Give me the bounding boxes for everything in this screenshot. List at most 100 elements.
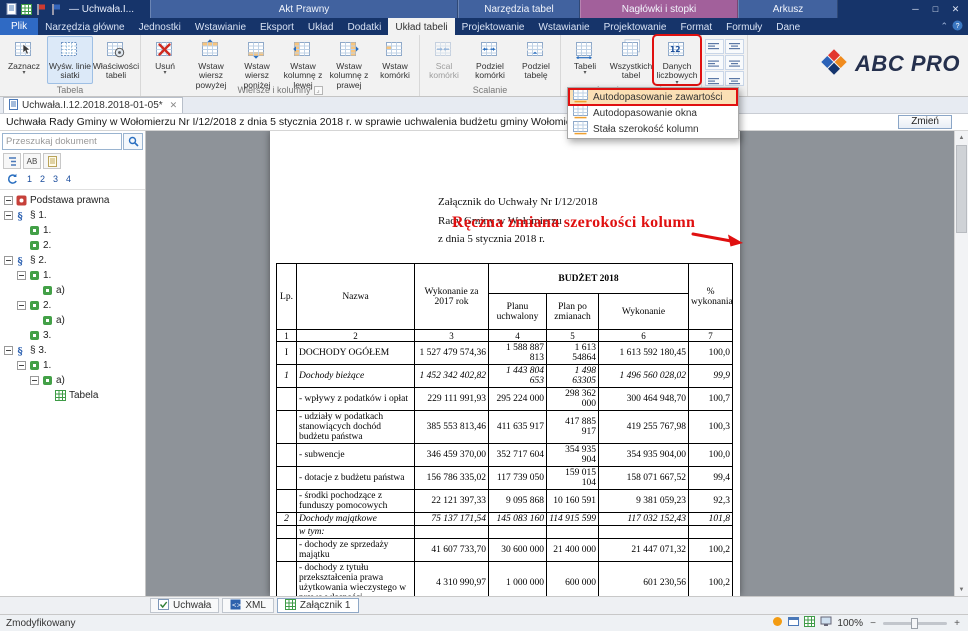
tree-item-1[interactable]: 1.	[0, 268, 145, 283]
ribbon-button-podziel-komórki[interactable]: Podziel komórki	[467, 36, 513, 84]
scroll-up-icon[interactable]: ▲	[955, 131, 968, 144]
tree-item-2[interactable]: 2.	[0, 238, 145, 253]
ribbon-tab-eksport[interactable]: Eksport	[253, 18, 301, 35]
ribbon-tab-narzędzia-główne[interactable]: Narzędzia główne	[38, 18, 132, 35]
tree-item-3[interactable]: §§ 3.	[0, 343, 145, 358]
tree-item-label: Tabela	[69, 390, 98, 401]
tree-item-1[interactable]: 1.	[0, 358, 145, 373]
ribbon-tab-układ[interactable]: Układ	[301, 18, 341, 35]
vertical-scrollbar[interactable]: ▲ ▼	[954, 131, 968, 596]
bookmark-blue-icon[interactable]	[49, 2, 63, 16]
view-fullscreen-icon[interactable]	[820, 616, 832, 630]
expander-icon[interactable]	[30, 376, 39, 385]
ribbon-tab-formuły[interactable]: Formuły	[719, 18, 769, 35]
zoom-slider-thumb[interactable]	[911, 618, 918, 629]
search-input[interactable]	[2, 133, 122, 150]
ribbon-button-właściwości-tabeli[interactable]: Właściwości tabeli	[93, 36, 139, 84]
ribbon-button-wstaw-kolumnę-z-lewej[interactable]: Wstaw kolumnę z lewej	[280, 36, 326, 84]
bottom-tab-uchwała[interactable]: Uchwała	[150, 598, 219, 613]
ribbon-tab-plik[interactable]: Plik	[0, 18, 38, 35]
tree-item-a[interactable]: a)	[0, 313, 145, 328]
tree-item-2[interactable]: §§ 2.	[0, 253, 145, 268]
ribbon-button-podziel-tabelę[interactable]: Podziel tabelę	[513, 36, 559, 84]
expander-icon[interactable]	[4, 346, 13, 355]
ribbon-button-wszystkich-tabel[interactable]: Wszystkich tabel	[608, 36, 654, 84]
ribbon-tab-projektowanie[interactable]: Projektowanie	[455, 18, 532, 35]
tree-item-a[interactable]: a)	[0, 373, 145, 388]
minimize-button[interactable]: ─	[907, 2, 924, 16]
quick-access-table-icon[interactable]	[19, 2, 33, 16]
outline-level-3[interactable]: 3	[49, 174, 62, 184]
tree-item-2[interactable]: 2.	[0, 298, 145, 313]
text-view-button[interactable]: AB	[23, 153, 41, 169]
menu-item-autodopasowanie-okna[interactable]: Autodopasowanie okna	[569, 105, 737, 121]
scrollbar-thumb[interactable]	[956, 145, 967, 233]
align-bottom-left-icon[interactable]	[705, 71, 724, 86]
help-icon[interactable]: ?	[952, 20, 963, 33]
expander-icon[interactable]	[4, 196, 13, 205]
expander-icon[interactable]	[17, 271, 26, 280]
change-button[interactable]: Zmień	[898, 115, 952, 129]
collapse-ribbon-icon[interactable]: ⌃	[940, 21, 948, 32]
outline-level-4[interactable]: 4	[62, 174, 75, 184]
ribbon-button-tabeli[interactable]: Tabeli▾	[562, 36, 608, 84]
tree-item-podstawa-prawna[interactable]: Podstawa prawna	[0, 193, 145, 208]
ribbon-button-usuń[interactable]: Usuń▾	[142, 36, 188, 84]
outline-level-2[interactable]: 2	[36, 174, 49, 184]
align-top-center-icon[interactable]	[725, 39, 744, 54]
document-tab[interactable]: Uchwała.I.12.2018.2018-01-05*✕	[3, 97, 183, 113]
tree-item-3[interactable]: 3.	[0, 328, 145, 343]
ribbon-button-wstaw-kolumnę-z-prawej[interactable]: Wstaw kolumnę z prawej	[326, 36, 372, 84]
bottom-tab-załącznik-1[interactable]: Załącznik 1	[277, 598, 359, 613]
ribbon-button-wyśw-linie-siatki[interactable]: Wyśw. linie siatki	[47, 36, 93, 84]
view-table-icon[interactable]	[804, 616, 815, 630]
view-normal-icon[interactable]	[788, 616, 799, 630]
scroll-down-icon[interactable]: ▼	[955, 583, 968, 596]
align-bottom-center-icon[interactable]	[725, 71, 744, 86]
ribbon-button-wstaw-wiersz-poniżej[interactable]: Wstaw wiersz poniżej	[234, 36, 280, 84]
outline-level-1[interactable]: 1	[23, 174, 36, 184]
align-top-left-icon[interactable]	[705, 39, 724, 54]
expander-icon[interactable]	[4, 256, 13, 265]
close-tab-icon[interactable]: ✕	[170, 100, 178, 111]
document-page[interactable]: Załącznik do Uchwały Nr I/12/2018 Rady G…	[270, 131, 740, 596]
refresh-button[interactable]	[3, 171, 21, 187]
align-middle-center-icon[interactable]	[725, 55, 744, 70]
tree-view-button[interactable]	[3, 153, 21, 169]
maximize-button[interactable]: □	[927, 2, 944, 16]
table-icon	[55, 390, 66, 401]
search-button[interactable]	[123, 133, 143, 150]
ribbon-tab-dodatki[interactable]: Dodatki	[341, 18, 389, 35]
close-button[interactable]: ✕	[947, 2, 964, 16]
ribbon-tab-dane[interactable]: Dane	[769, 18, 807, 35]
expander-icon[interactable]	[17, 301, 26, 310]
tree-item-tabela[interactable]: Tabela	[0, 388, 145, 403]
tree-item-a[interactable]: a)	[0, 283, 145, 298]
ribbon-tab-jednostki[interactable]: Jednostki	[132, 18, 188, 35]
ribbon-tab-wstawianie[interactable]: Wstawianie	[531, 18, 596, 35]
zoom-out-button[interactable]: −	[868, 618, 878, 629]
document-view-button[interactable]	[43, 153, 61, 169]
ribbon-tab-projektowanie[interactable]: Projektowanie	[597, 18, 674, 35]
ribbon-tab-wstawianie[interactable]: Wstawianie	[188, 18, 253, 35]
bottom-tab-xml[interactable]: <>XML	[222, 598, 274, 613]
ribbon-tab-układ-tabeli[interactable]: Układ tabeli	[388, 18, 454, 35]
cell-value: 346 459 370,00	[415, 444, 489, 467]
ribbon-tab-format[interactable]: Format	[673, 18, 719, 35]
zoom-in-button[interactable]: +	[952, 618, 962, 629]
expander-icon[interactable]	[4, 211, 13, 220]
tree-item-1[interactable]: §§ 1.	[0, 208, 145, 223]
menu-item-autodopasowanie-zawartości[interactable]: Autodopasowanie zawartości	[569, 89, 737, 105]
bookmark-red-icon[interactable]	[34, 2, 48, 16]
ribbon-button-scal-komórki: Scal komórki	[421, 36, 467, 84]
ribbon-button-wstaw-komórki[interactable]: Wstaw komórki	[372, 36, 418, 84]
ribbon-button-zaznacz[interactable]: Zaznacz▾	[1, 36, 47, 84]
zoom-slider[interactable]	[883, 622, 947, 625]
menu-item-stała-szerokość-kolumn[interactable]: Stała szerokość kolumn	[569, 121, 737, 137]
ribbon-button-wstaw-wiersz-powyżej[interactable]: Wstaw wiersz powyżej	[188, 36, 234, 84]
validation-icon[interactable]	[772, 616, 783, 630]
ribbon-button-danych-liczbowych[interactable]: 12Danych liczbowych▾	[654, 36, 700, 84]
tree-item-1[interactable]: 1.	[0, 223, 145, 238]
align-middle-left-icon[interactable]	[705, 55, 724, 70]
expander-icon[interactable]	[17, 361, 26, 370]
